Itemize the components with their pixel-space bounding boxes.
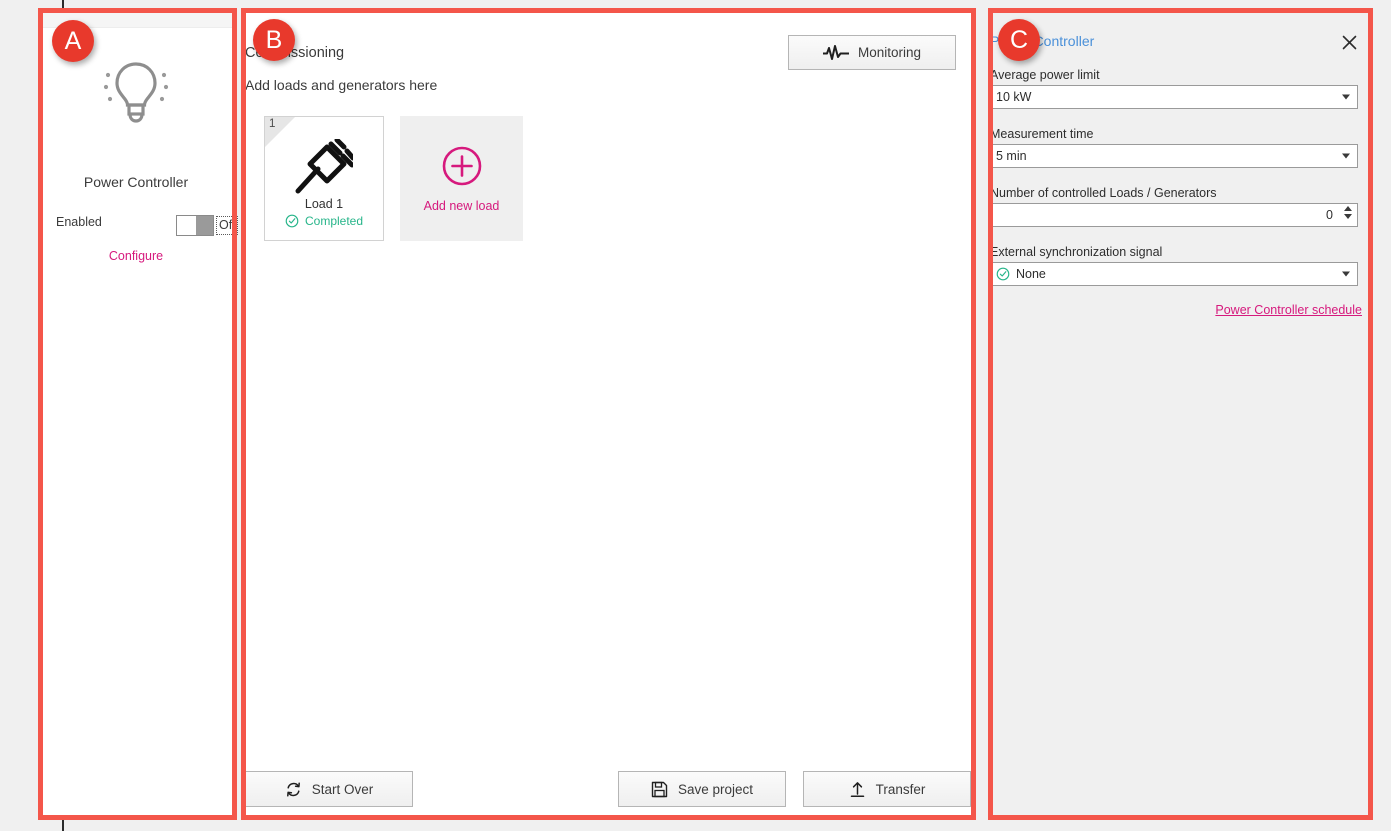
close-icon — [1342, 35, 1356, 49]
power-controller-schedule-link[interactable]: Power Controller schedule — [1215, 303, 1362, 317]
measurement-time-label: Measurement time — [990, 127, 1094, 141]
upload-arrow-icon — [850, 781, 864, 797]
average-power-limit-field: Average power limit 10 kW — [990, 68, 1358, 109]
plus-circle-icon — [442, 146, 481, 185]
app-root: Power Controller Enabled Off Configure C… — [0, 0, 1391, 831]
commissioning-subheading: Add loads and generators here — [245, 77, 438, 93]
add-new-load-label: Add new load — [423, 198, 500, 213]
configure-link[interactable]: Configure — [39, 249, 233, 263]
chevron-down-icon — [1342, 94, 1350, 100]
power-controller-settings-panel: Power Controller Average power limit 10 … — [989, 10, 1371, 818]
external-sync-signal-value: None — [1016, 267, 1046, 281]
controlled-loads-count-label: Number of controlled Loads / Generators — [990, 186, 1217, 200]
check-circle-icon — [996, 267, 1010, 281]
check-circle-icon — [285, 214, 299, 228]
chevron-down-icon — [1342, 153, 1350, 159]
commissioning-panel: Commissioning Add loads and generators h… — [244, 10, 972, 818]
start-over-button[interactable]: Start Over — [245, 771, 413, 807]
stepper-decrement-icon[interactable] — [1344, 214, 1352, 219]
measurement-time-select[interactable]: 5 min — [990, 144, 1358, 168]
monitoring-button[interactable]: Monitoring — [788, 35, 956, 70]
panel-a-header-strip — [39, 11, 233, 28]
toggle-state-label: Off — [216, 216, 239, 235]
power-controller-device-panel: Power Controller Enabled Off Configure — [38, 10, 239, 820]
card-index-number: 1 — [269, 118, 276, 130]
add-new-load-card[interactable]: Add new load — [400, 116, 523, 241]
enabled-toggle-switch[interactable] — [176, 215, 214, 236]
refresh-icon — [286, 781, 300, 797]
average-power-limit-select[interactable]: 10 kW — [990, 85, 1358, 109]
commissioning-footer: Start Over Save project Transfer — [245, 771, 971, 807]
controlled-loads-count-value: 0 — [1326, 208, 1333, 222]
average-power-limit-label: Average power limit — [990, 68, 1100, 82]
measurement-time-value: 5 min — [996, 149, 1027, 163]
external-sync-signal-label: External synchronization signal — [990, 245, 1163, 259]
transfer-label: Transfer — [875, 781, 926, 797]
close-button[interactable] — [1338, 31, 1360, 53]
save-project-label: Save project — [677, 781, 754, 797]
load-card[interactable]: 1 Load 1 Completed — [264, 116, 384, 241]
stepper-increment-icon[interactable] — [1344, 206, 1352, 211]
save-project-button[interactable]: Save project — [618, 771, 786, 807]
enabled-label: Enabled — [56, 215, 102, 229]
plug-icon — [295, 139, 353, 194]
measurement-time-field: Measurement time 5 min — [990, 127, 1358, 168]
waveform-icon — [822, 44, 849, 60]
commissioning-heading: Commissioning — [245, 45, 345, 61]
controlled-loads-count-field: Number of controlled Loads / Generators … — [990, 186, 1358, 227]
load-card-status-label: Completed — [304, 214, 364, 228]
device-title: Power Controller — [83, 174, 189, 190]
device-card-row: 1 Load 1 Completed Add new load — [264, 116, 523, 241]
external-sync-signal-field: External synchronization signal None — [990, 245, 1358, 286]
load-card-label: Load 1 — [304, 197, 344, 211]
transfer-button[interactable]: Transfer — [803, 771, 971, 807]
lightbulb-icon — [103, 62, 169, 123]
start-over-label: Start Over — [311, 781, 374, 797]
settings-panel-title: Power Controller — [990, 33, 1095, 49]
monitoring-button-label: Monitoring — [857, 45, 922, 60]
controlled-loads-count-stepper[interactable]: 0 — [990, 203, 1358, 227]
chevron-down-icon — [1342, 271, 1350, 277]
stepper-buttons[interactable] — [1344, 206, 1352, 219]
external-sync-signal-select[interactable]: None — [990, 262, 1358, 286]
lightbulb-icon-container — [39, 53, 233, 123]
toggle-knob — [196, 216, 213, 235]
enabled-row: Enabled Off — [56, 215, 239, 236]
average-power-limit-value: 10 kW — [996, 90, 1032, 104]
floppy-disk-icon — [651, 781, 668, 797]
load-card-status: Completed — [285, 214, 363, 228]
